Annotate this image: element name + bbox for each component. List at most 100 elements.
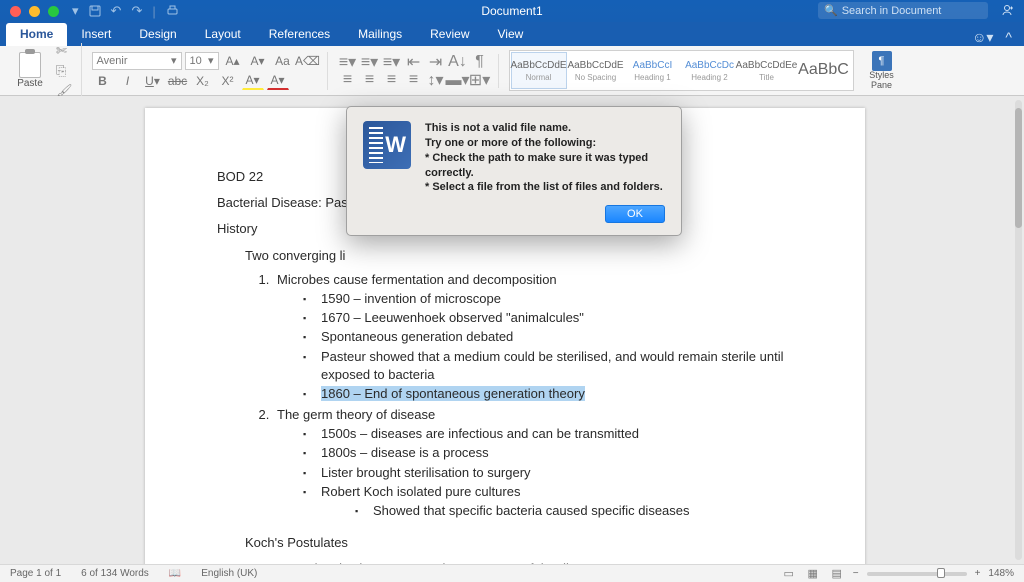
justify-button[interactable]: ≡: [404, 72, 424, 88]
close-window-button[interactable]: [10, 6, 21, 17]
minimize-window-button[interactable]: [29, 6, 40, 17]
font-size-select[interactable]: 10▾: [185, 52, 219, 70]
bold-button[interactable]: B: [92, 72, 114, 90]
list-item: Robert Koch isolated pure cultures: [303, 483, 793, 501]
cut-icon[interactable]: ✄: [56, 43, 73, 59]
shrink-font-button[interactable]: A▾: [247, 52, 269, 70]
print-icon[interactable]: [166, 5, 179, 17]
font-family-select[interactable]: Avenir▾: [92, 52, 182, 70]
doc-text: Two converging li: [245, 247, 793, 265]
tab-mailings[interactable]: Mailings: [344, 23, 416, 46]
style-normal[interactable]: AaBbCcDdENormal: [511, 52, 567, 89]
document-menu-icon[interactable]: ▾: [72, 3, 79, 19]
styles-gallery[interactable]: AaBbCcDdENormal AaBbCcDdENo Spacing AaBb…: [509, 50, 854, 91]
tab-layout[interactable]: Layout: [191, 23, 255, 46]
undo-icon[interactable]: ↶: [111, 3, 122, 19]
titlebar: ▾ ↶ ↷ | Document1 🔍 Search in Document: [0, 0, 1024, 22]
redo-icon[interactable]: ↷: [131, 3, 142, 19]
print-layout-icon[interactable]: ▦: [805, 567, 821, 580]
scrollbar-thumb[interactable]: [1015, 108, 1022, 228]
style-heading-2[interactable]: AaBbCcDcHeading 2: [682, 52, 738, 89]
web-layout-icon[interactable]: ▤: [829, 567, 845, 580]
bullets-button[interactable]: ≡▾: [338, 54, 358, 70]
list-item: Microbes cause fermentation and decompos…: [277, 272, 557, 287]
text-highlight-button[interactable]: A▾: [242, 72, 264, 90]
grow-font-button[interactable]: A▴: [222, 52, 244, 70]
ribbon-tabs: Home Insert Design Layout References Mai…: [0, 22, 1024, 46]
bullet-list: 1500s – diseases are infectious and can …: [303, 425, 793, 501]
scrollbar[interactable]: [1015, 100, 1022, 560]
zoom-window-button[interactable]: [48, 6, 59, 17]
error-dialog: W This is not a valid file name. Try one…: [346, 106, 682, 236]
dialog-message: This is not a valid file name. Try one o…: [425, 121, 665, 195]
increase-indent-button[interactable]: ⇥: [426, 54, 446, 70]
style-title[interactable]: AaBbCcDdEeTitle: [739, 52, 795, 89]
word-app-icon: W: [363, 121, 411, 169]
styles-pane-button[interactable]: ¶ Styles Pane: [864, 51, 900, 91]
show-marks-button[interactable]: ¶: [470, 54, 490, 70]
zoom-in-button[interactable]: +: [975, 568, 981, 579]
style-no-spacing[interactable]: AaBbCcDdENo Spacing: [568, 52, 624, 89]
superscript-button[interactable]: X²: [217, 72, 239, 90]
zoom-slider-thumb[interactable]: [937, 568, 945, 578]
strikethrough-button[interactable]: abc: [167, 72, 189, 90]
zoom-out-button[interactable]: −: [853, 568, 859, 579]
copy-icon[interactable]: ⎘: [56, 63, 73, 79]
sort-button[interactable]: A↓: [448, 54, 468, 70]
collapse-ribbon-icon[interactable]: ^: [1005, 29, 1012, 46]
styles-pane-icon: ¶: [872, 51, 892, 71]
numbering-button[interactable]: ≡▾: [360, 54, 380, 70]
multilevel-button[interactable]: ≡▾: [382, 54, 402, 70]
borders-button[interactable]: ⊞▾: [470, 72, 490, 88]
list-item: 1800s – disease is a process: [303, 444, 793, 462]
align-right-button[interactable]: ≡: [382, 72, 402, 88]
tab-view[interactable]: View: [484, 23, 538, 46]
clipboard-icon: [19, 52, 41, 78]
list-item: 1500s – diseases are infectious and can …: [303, 425, 793, 443]
paste-label: Paste: [17, 78, 43, 89]
tab-review[interactable]: Review: [416, 23, 483, 46]
paste-button[interactable]: Paste: [10, 52, 50, 89]
change-case-button[interactable]: Aa: [272, 52, 294, 70]
shading-button[interactable]: ▬▾: [448, 72, 468, 88]
zoom-level[interactable]: 148%: [988, 568, 1014, 579]
spellcheck-icon[interactable]: 📖: [169, 568, 181, 579]
style-more[interactable]: AaBbC: [796, 52, 852, 89]
language-status[interactable]: English (UK): [201, 568, 257, 579]
save-icon[interactable]: [89, 5, 101, 17]
font-color-button[interactable]: A▾: [267, 72, 289, 90]
list-item: Lister brought sterilisation to surgery: [303, 464, 793, 482]
align-center-button[interactable]: ≡: [360, 72, 380, 88]
ribbon-home: Paste ✄ ⎘ 🖌 Avenir▾ 10▾ A▴ A▾ Aa A⌫ B I …: [0, 46, 1024, 96]
list-item: Showed that specific bacteria caused spe…: [355, 502, 793, 520]
focus-mode-icon[interactable]: ▭: [781, 567, 797, 580]
align-left-button[interactable]: ≡: [338, 72, 358, 88]
bullet-sublist: Showed that specific bacteria caused spe…: [355, 502, 793, 520]
doc-text: Koch's Postulates: [245, 534, 793, 552]
numbered-list: Microbes cause fermentation and decompos…: [273, 271, 793, 520]
tab-design[interactable]: Design: [125, 23, 190, 46]
quick-access-toolbar: ▾ ↶ ↷ |: [72, 3, 179, 19]
style-heading-1[interactable]: AaBbCcIHeading 1: [625, 52, 681, 89]
statusbar: Page 1 of 1 6 of 134 Words 📖 English (UK…: [0, 564, 1024, 582]
window-controls: [10, 6, 59, 17]
zoom-slider[interactable]: [867, 572, 967, 576]
help-icon[interactable]: ☺▾: [972, 29, 993, 46]
subscript-button[interactable]: X₂: [192, 72, 214, 90]
tab-references[interactable]: References: [255, 23, 344, 46]
share-icon[interactable]: [1000, 3, 1014, 17]
list-item: Spontaneous generation debated: [303, 328, 793, 346]
search-input[interactable]: 🔍 Search in Document: [818, 2, 988, 19]
bullet-list: 1590 – invention of microscope 1670 – Le…: [303, 290, 793, 403]
word-count[interactable]: 6 of 134 Words: [81, 568, 149, 579]
line-spacing-button[interactable]: ↕▾: [426, 72, 446, 88]
list-item: 1670 – Leeuwenhoek observed "animalcules…: [303, 309, 793, 327]
list-item: Pasteur showed that a medium could be st…: [303, 348, 793, 384]
clear-formatting-button[interactable]: A⌫: [297, 52, 319, 70]
page-count[interactable]: Page 1 of 1: [10, 568, 61, 579]
ok-button[interactable]: OK: [605, 205, 665, 223]
decrease-indent-button[interactable]: ⇤: [404, 54, 424, 70]
underline-button[interactable]: U▾: [142, 72, 164, 90]
italic-button[interactable]: I: [117, 72, 139, 90]
search-icon: 🔍: [824, 4, 838, 17]
